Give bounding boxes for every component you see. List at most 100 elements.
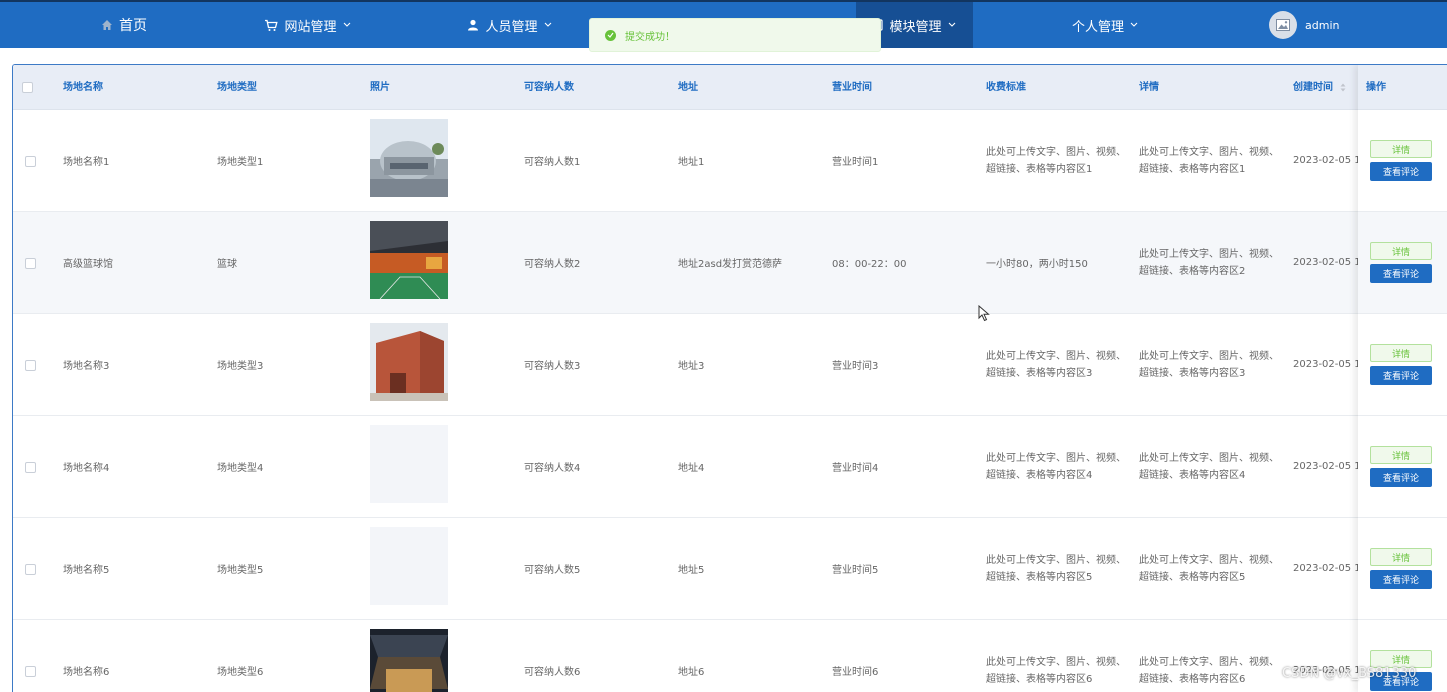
chevron-down-icon	[948, 22, 956, 28]
cell-address: 地址2asd发打赏范德萨	[678, 259, 783, 270]
cell-address: 地址3	[678, 361, 705, 372]
cell-created: 2023-02-05 1	[1293, 563, 1361, 574]
detail-button[interactable]: 详情	[1370, 446, 1432, 464]
venue-photo[interactable]	[370, 629, 448, 692]
table-row: 场地名称6 场地类型6 可容纳人数6 地址6 营业时间6 此处可上传文字、图片、…	[13, 620, 1447, 692]
cell-hours: 08：00-22：00	[832, 259, 907, 270]
cell-type: 场地类型6	[217, 667, 264, 678]
ops-cell: 详情 查看评论	[1358, 212, 1447, 314]
cell-capacity: 可容纳人数2	[524, 259, 581, 270]
detail-button[interactable]: 详情	[1370, 344, 1432, 362]
cell-created: 2023-02-05 1	[1293, 359, 1361, 370]
venue-photo[interactable]	[370, 323, 448, 401]
table-row: 场地名称1 场地类型1 可容纳人数1 地址1 营业时间1 此处可上传文字、图片、…	[13, 110, 1447, 212]
cell-created: 2023-02-05 1	[1293, 665, 1361, 676]
cart-icon	[264, 19, 279, 32]
cell-type: 场地类型4	[217, 463, 264, 474]
cell-name: 高级篮球馆	[63, 259, 113, 270]
table-row: 场地名称4 场地类型4 可容纳人数4 地址4 营业时间4 此处可上传文字、图片、…	[13, 416, 1447, 518]
cell-capacity: 可容纳人数4	[524, 463, 581, 474]
ops-cell: 详情 查看评论	[1358, 416, 1447, 518]
cell-name: 场地名称6	[63, 667, 110, 678]
cell-capacity: 可容纳人数5	[524, 565, 581, 576]
row-checkbox[interactable]	[25, 666, 36, 677]
cell-name: 场地名称3	[63, 361, 110, 372]
nav-home-label: 首页	[119, 18, 147, 34]
col-created[interactable]: 创建时间	[1293, 65, 1346, 110]
cell-capacity: 可容纳人数3	[524, 361, 581, 372]
cell-detail: 此处可上传文字、图片、视频、超链接、表格等内容区3	[1139, 350, 1279, 379]
col-type: 场地类型	[217, 82, 257, 93]
ops-cell: 详情 查看评论	[1358, 620, 1447, 692]
table-row: 场地名称5 场地类型5 可容纳人数5 地址5 营业时间5 此处可上传文字、图片、…	[13, 518, 1447, 620]
venue-table: 场地名称 场地类型 照片 可容纳人数 地址 营业时间 收费标准 详情 创建时间 …	[12, 64, 1447, 692]
row-checkbox[interactable]	[25, 360, 36, 371]
cell-type: 场地类型3	[217, 361, 264, 372]
nav-staff-management[interactable]: 人员管理	[447, 2, 572, 48]
col-address: 地址	[678, 82, 698, 93]
cell-fee: 此处可上传文字、图片、视频、超链接、表格等内容区6	[986, 656, 1126, 685]
table-header: 场地名称 场地类型 照片 可容纳人数 地址 营业时间 收费标准 详情 创建时间	[13, 65, 1447, 110]
nav-personal-management[interactable]: 个人管理	[1050, 2, 1160, 48]
venue-photo[interactable]	[370, 119, 448, 197]
venue-photo-placeholder[interactable]	[370, 425, 448, 503]
view-comments-button[interactable]: 查看评论	[1370, 162, 1432, 181]
cell-detail: 此处可上传文字、图片、视频、超链接、表格等内容区4	[1139, 452, 1279, 481]
nav-staff-label: 人员管理	[485, 19, 538, 35]
ops-cell: 详情 查看评论	[1358, 518, 1447, 620]
mouse-cursor-icon	[978, 304, 990, 326]
row-checkbox[interactable]	[25, 564, 36, 575]
col-capacity: 可容纳人数	[524, 82, 574, 93]
col-detail: 详情	[1139, 82, 1159, 93]
cell-hours: 营业时间1	[832, 157, 879, 168]
cell-address: 地址5	[678, 565, 705, 576]
check-circle-icon	[605, 29, 616, 41]
cell-name: 场地名称4	[63, 463, 110, 474]
nav-home[interactable]: 首页	[70, 2, 178, 48]
cell-type: 场地类型1	[217, 157, 264, 168]
col-ops: 操作	[1358, 65, 1447, 110]
ops-cell: 详情 查看评论	[1358, 110, 1447, 212]
cell-address: 地址6	[678, 667, 705, 678]
venue-photo-placeholder[interactable]	[370, 527, 448, 605]
cell-address: 地址4	[678, 463, 705, 474]
row-checkbox[interactable]	[25, 258, 36, 269]
select-all-checkbox[interactable]	[22, 82, 33, 93]
sort-icon[interactable]	[1340, 83, 1346, 92]
row-checkbox[interactable]	[25, 156, 36, 167]
nav-website-management[interactable]: 网站管理	[245, 2, 370, 48]
view-comments-button[interactable]: 查看评论	[1370, 366, 1432, 385]
cell-hours: 营业时间3	[832, 361, 879, 372]
cell-name: 场地名称1	[63, 157, 110, 168]
venue-photo[interactable]	[370, 221, 448, 299]
col-fee: 收费标准	[986, 82, 1026, 93]
row-checkbox[interactable]	[25, 462, 36, 473]
view-comments-button[interactable]: 查看评论	[1370, 468, 1432, 487]
cell-detail: 此处可上传文字、图片、视频、超链接、表格等内容区2	[1139, 248, 1279, 277]
ops-cell: 详情 查看评论	[1358, 314, 1447, 416]
user-menu[interactable]: admin	[1262, 2, 1352, 48]
cell-detail: 此处可上传文字、图片、视频、超链接、表格等内容区5	[1139, 554, 1279, 583]
cell-detail: 此处可上传文字、图片、视频、超链接、表格等内容区6	[1139, 656, 1279, 685]
nav-personal-label: 个人管理	[1071, 19, 1124, 35]
cell-created: 2023-02-05 1	[1293, 257, 1361, 268]
cell-capacity: 可容纳人数1	[524, 157, 581, 168]
detail-button[interactable]: 详情	[1370, 140, 1432, 158]
cell-address: 地址1	[678, 157, 705, 168]
cell-detail: 此处可上传文字、图片、视频、超链接、表格等内容区1	[1139, 146, 1279, 175]
view-comments-button[interactable]: 查看评论	[1370, 264, 1432, 283]
avatar	[1269, 11, 1297, 39]
cell-created: 2023-02-05 1	[1293, 461, 1361, 472]
cell-hours: 营业时间5	[832, 565, 879, 576]
nav-module-label: 模块管理	[889, 19, 942, 35]
view-comments-button[interactable]: 查看评论	[1370, 570, 1432, 589]
operations-column: 操作 详情 查看评论 详情 查看评论 详情 查看评论 详情 查看评论 详情 查看…	[1358, 65, 1447, 692]
detail-button[interactable]: 详情	[1370, 548, 1432, 566]
col-created-label: 创建时间	[1293, 82, 1333, 93]
cell-created: 2023-02-05 1	[1293, 155, 1361, 166]
cell-type: 场地类型5	[217, 565, 264, 576]
watermark: CSDN @vx_BS81330	[1282, 666, 1417, 681]
cell-capacity: 可容纳人数6	[524, 667, 581, 678]
detail-button[interactable]: 详情	[1370, 242, 1432, 260]
table-row: 高级篮球馆 篮球 可容纳人数2 地址2asd发打赏范德萨 08：00-22：00…	[13, 212, 1447, 314]
